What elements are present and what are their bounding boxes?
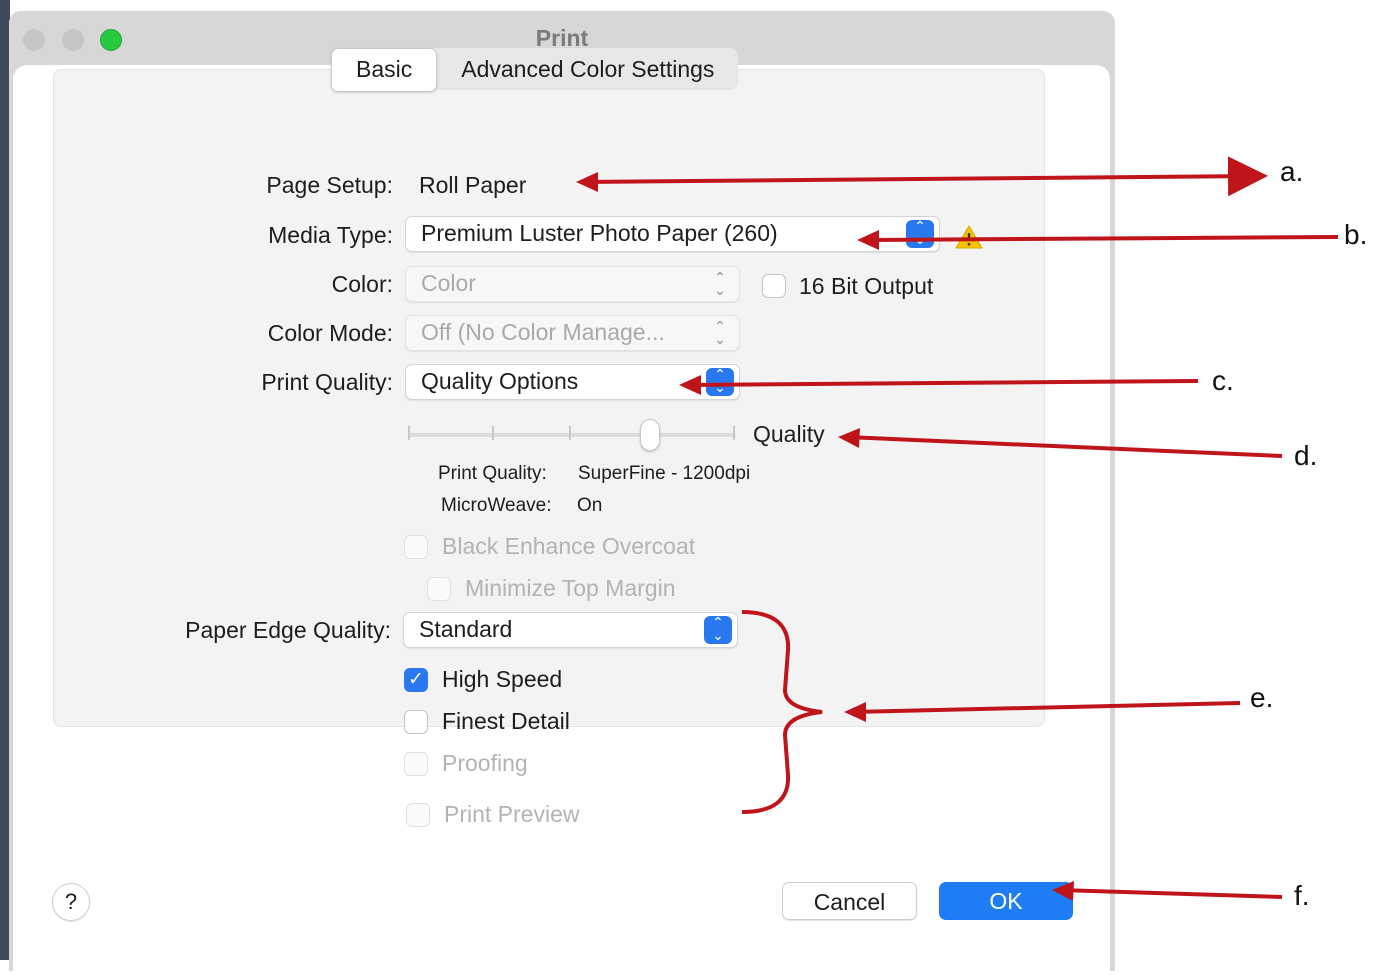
annotation-overlay <box>576 156 1339 901</box>
annotation-arrow-d <box>845 435 1283 458</box>
arrowhead-a <box>576 172 598 192</box>
annotation-arrow-e <box>851 701 1241 714</box>
annotation-label-b: b. <box>1344 219 1368 250</box>
annotation-brace <box>741 610 823 814</box>
annotation-arrow-b <box>865 235 1339 242</box>
annotation-label-e: e. <box>1250 682 1274 713</box>
annotation-arrow-a <box>584 156 1268 197</box>
arrowhead-f <box>1052 881 1074 901</box>
arrowhead-b <box>857 230 879 250</box>
annotation-label-c: c. <box>1212 365 1234 396</box>
annotation-label-f: f. <box>1294 880 1310 911</box>
annotation-arrow-f <box>1059 888 1283 899</box>
arrowhead-d <box>838 428 860 448</box>
annotation-label-a: a. <box>1280 156 1304 187</box>
annotation-label-d: d. <box>1294 440 1318 471</box>
annotation-arrow-c <box>687 379 1199 387</box>
arrowhead-e <box>844 702 866 722</box>
arrowhead-c <box>679 375 701 395</box>
